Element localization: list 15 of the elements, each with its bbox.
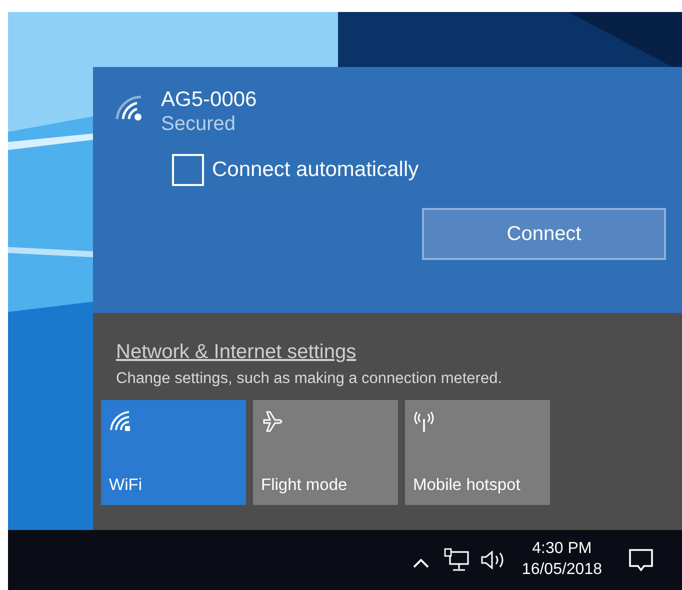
quick-action-tile[interactable]: Mobile hotspot: [405, 400, 550, 506]
connect-button[interactable]: Connect: [422, 208, 666, 260]
network-status: Secured: [161, 112, 236, 136]
quick-action-tile[interactable]: WiFi: [101, 400, 246, 506]
settings-description: Change settings, such as making a connection metered.: [116, 369, 504, 389]
clock[interactable]: 4:30 PM 16/05/2018: [522, 539, 602, 581]
checkbox[interactable]: [172, 154, 204, 186]
settings-link[interactable]: Network & Internet settings: [116, 341, 356, 363]
network-name: AG5-0006: [161, 87, 257, 112]
checkbox-label: Connect automatically: [212, 157, 419, 184]
quick-action-tile[interactable]: Flight mode: [253, 400, 398, 506]
monitor-icon[interactable]: [444, 548, 470, 572]
notification-icon[interactable]: [628, 547, 654, 573]
chevron-up-icon[interactable]: [412, 557, 430, 569]
airplane-icon: [261, 410, 285, 434]
